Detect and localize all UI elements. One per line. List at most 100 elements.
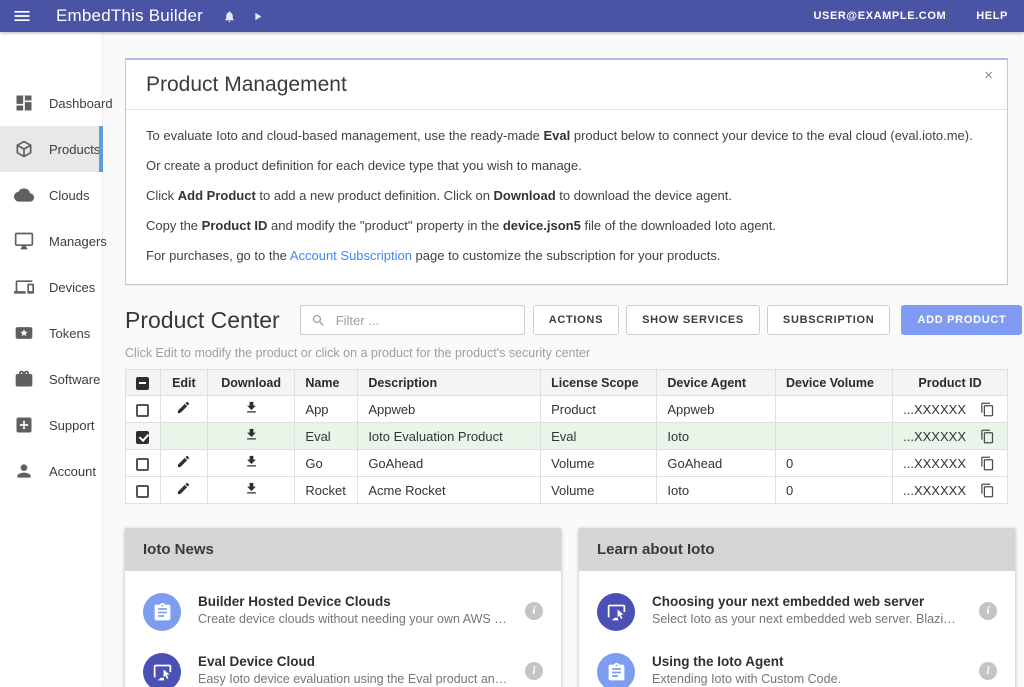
sidebar-item-products[interactable]: Products [0,126,102,172]
sidebar-item-software[interactable]: Software [0,356,102,402]
panel-paragraph: To evaluate Ioto and cloud-based managem… [146,128,987,143]
learn-about-ioto-card: Learn about Ioto Choosing your next embe… [579,528,1015,687]
app-title: EmbedThis Builder [56,6,203,26]
cube-icon [14,139,34,159]
download-icon[interactable] [244,427,259,442]
news-item-subtitle: Select Ioto as your next embedded web se… [652,612,962,626]
row-checkbox[interactable] [136,431,149,444]
actions-button[interactable]: ACTIONS [533,305,619,335]
cell-volume [775,423,892,450]
news-item-title: Using the Ioto Agent [652,654,962,669]
news-item[interactable]: Choosing your next embedded web server S… [579,581,1015,641]
news-item-subtitle: Create device clouds without needing you… [198,612,508,626]
row-checkbox[interactable] [136,485,149,498]
news-item[interactable]: Using the Ioto Agent Extending Ioto with… [579,641,1015,687]
sidebar-item-dashboard[interactable]: Dashboard [0,80,102,126]
add-product-button[interactable]: ADD PRODUCT [901,305,1022,335]
panel-paragraph: Or create a product definition for each … [146,158,987,173]
table-hint: Click Edit to modify the product or clic… [125,346,1008,360]
cell-description: Appweb [358,396,541,423]
news-item[interactable]: Builder Hosted Device Clouds Create devi… [125,581,561,641]
sidebar-nav: Dashboard Products Clouds Managers Devic… [0,32,103,687]
main-content: Product Management × To evaluate Ioto an… [103,32,1024,687]
sidebar-item-managers[interactable]: Managers [0,218,102,264]
monitor-icon [14,231,34,251]
row-checkbox[interactable] [136,458,149,471]
column-header-download: Download [207,370,295,396]
user-email-menu[interactable]: USER@EXAMPLE.COM [813,10,946,22]
table-row[interactable]: Rocket Acme Rocket Volume Ioto 0 ...XXXX… [126,477,1008,504]
info-icon[interactable]: i [525,662,543,680]
top-app-bar: EmbedThis Builder USER@EXAMPLE.COM HELP [0,0,1024,32]
panel-title: Product Management [146,73,347,96]
copy-icon[interactable] [980,456,995,471]
sidebar-item-devices[interactable]: Devices [0,264,102,310]
table-header-row: Edit Download Name Description License S… [126,370,1008,396]
row-checkbox[interactable] [136,404,149,417]
copy-icon[interactable] [980,483,995,498]
news-item-title: Builder Hosted Device Clouds [198,594,508,609]
column-header-description: Description [358,370,541,396]
cell-description: Ioto Evaluation Product [358,423,541,450]
menu-icon[interactable] [12,6,32,26]
ioto-news-card: Ioto News Builder Hosted Device Clouds C… [125,528,561,687]
close-icon[interactable]: × [984,68,993,83]
devices-icon [14,277,34,297]
news-item[interactable]: Eval Device Cloud Easy Ioto device evalu… [125,641,561,687]
cell-agent: Appweb [657,396,776,423]
cell-description: GoAhead [358,450,541,477]
edit-pencil-icon[interactable] [176,481,191,496]
edit-pencil-icon[interactable] [176,454,191,469]
card-title: Learn about Ioto [579,528,1015,571]
cell-name: Go [295,450,358,477]
cell-agent: Ioto [657,477,776,504]
sidebar-item-account[interactable]: Account [0,448,102,494]
copy-icon[interactable] [980,429,995,444]
table-row[interactable]: App Appweb Product Appweb ...XXXXXX [126,396,1008,423]
sidebar-item-tokens[interactable]: Tokens [0,310,102,356]
search-icon [311,313,326,328]
edit-pencil-icon[interactable] [176,400,191,415]
sidebar-item-clouds[interactable]: Clouds [0,172,102,218]
column-header-edit: Edit [160,370,207,396]
sidebar-item-label: Tokens [49,326,90,341]
download-icon[interactable] [244,400,259,415]
play-icon[interactable] [251,10,264,23]
product-center-toolbar: Product Center ACTIONS SHOW SERVICES SUB… [125,305,1008,335]
subscription-button[interactable]: SUBSCRIPTION [767,305,891,335]
help-link[interactable]: HELP [976,10,1008,22]
column-header-agent: Device Agent [657,370,776,396]
select-all-checkbox[interactable] [136,377,149,390]
sidebar-item-support[interactable]: Support [0,402,102,448]
sidebar-item-label: Managers [49,234,107,249]
table-row[interactable]: Eval Ioto Evaluation Product Eval Ioto .… [126,423,1008,450]
touch-screen-icon [143,653,181,687]
account-subscription-link[interactable]: Account Subscription [290,248,412,263]
panel-body: To evaluate Ioto and cloud-based managem… [126,110,1007,284]
info-icon[interactable]: i [979,662,997,680]
cell-volume: 0 [775,477,892,504]
panel-paragraph: Copy the Product ID and modify the "prod… [146,218,987,233]
sidebar-item-label: Products [49,142,100,157]
filter-field[interactable] [300,305,525,335]
cell-name: Rocket [295,477,358,504]
cell-product-id: ...XXXXXX [903,456,966,471]
card-title: Ioto News [125,528,561,571]
info-icon[interactable]: i [525,602,543,620]
table-row[interactable]: Go GoAhead Volume GoAhead 0 ...XXXXXX [126,450,1008,477]
sidebar-item-label: Support [49,418,95,433]
info-icon[interactable]: i [979,602,997,620]
news-item-title: Eval Device Cloud [198,654,508,669]
sidebar-item-label: Software [49,372,100,387]
copy-icon[interactable] [980,402,995,417]
show-services-button[interactable]: SHOW SERVICES [626,305,760,335]
cell-agent: GoAhead [657,450,776,477]
bell-icon[interactable] [223,10,236,23]
product-management-panel: Product Management × To evaluate Ioto an… [125,58,1008,285]
cell-name: App [295,396,358,423]
filter-input[interactable] [334,312,514,329]
download-icon[interactable] [244,454,259,469]
download-icon[interactable] [244,481,259,496]
panel-paragraph: For purchases, go to the Account Subscri… [146,248,987,263]
page-title: Product Center [125,307,280,334]
